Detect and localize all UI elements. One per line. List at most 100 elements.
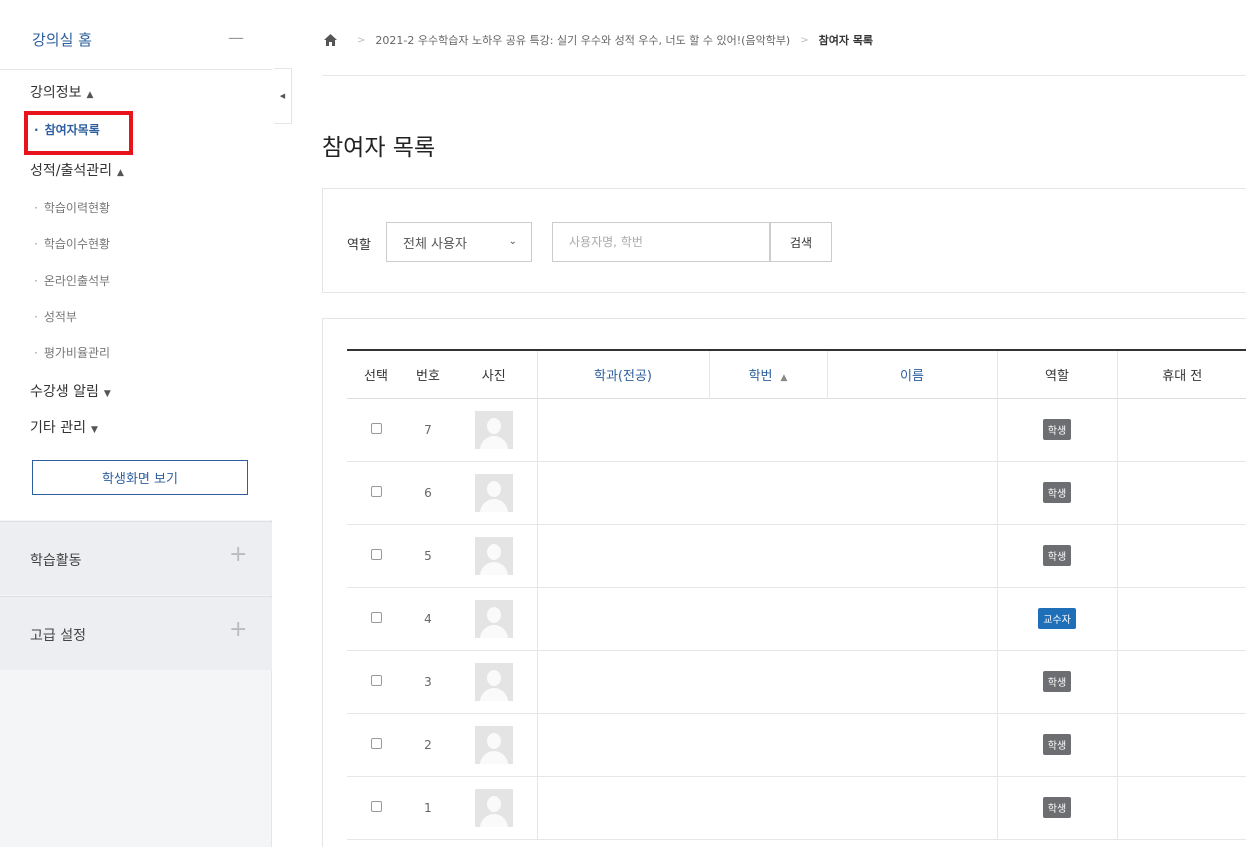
role-badge-professor: 교수자 <box>1038 608 1076 629</box>
bullet-icon: · <box>34 201 38 215</box>
row-checkbox[interactable] <box>370 800 382 812</box>
row-number: 7 <box>424 422 432 437</box>
row-student-id <box>709 524 827 587</box>
sidebar-home-row[interactable]: 강의실 홈 — <box>0 0 272 70</box>
search-input[interactable] <box>552 222 770 262</box>
row-name <box>827 587 997 650</box>
header-phone: 휴대 전 <box>1116 350 1246 398</box>
student-view-button[interactable]: 학생화면 보기 <box>32 460 248 495</box>
table-row: 7 학생 <box>347 398 1246 461</box>
home-icon[interactable] <box>324 34 337 46</box>
row-phone <box>1116 713 1246 776</box>
sidebar-section-activities[interactable]: 학습활동 + <box>0 521 272 595</box>
header-student-id[interactable]: 학번 ▲ <box>708 350 827 398</box>
highlight-box <box>24 111 133 155</box>
sidebar-item-gradebook[interactable]: · 성적부 <box>34 308 77 325</box>
row-name <box>827 713 997 776</box>
expand-plus-icon[interactable]: + <box>229 617 247 642</box>
row-phone <box>1116 398 1246 461</box>
bullet-icon: · <box>34 274 38 288</box>
row-department <box>536 650 709 713</box>
header-role: 역할 <box>996 350 1117 398</box>
row-department <box>536 713 709 776</box>
sidebar-home-link[interactable]: 강의실 홈 <box>32 29 92 50</box>
header-name[interactable]: 이름 <box>826 350 997 398</box>
row-checkbox[interactable] <box>370 737 382 749</box>
table-header-row: 선택 번호 사진 학과(전공) 학번 ▲ 이름 역할 휴대 전 <box>347 350 1246 398</box>
role-badge: 학생 <box>1042 419 1072 440</box>
row-phone <box>1116 650 1246 713</box>
sidebar-section-advanced[interactable]: 고급 설정 + <box>0 596 272 670</box>
sidebar-group-course-info[interactable]: 강의정보 ▲ <box>30 82 93 102</box>
header-select: 선택 <box>364 368 388 384</box>
breadcrumb: > 2021-2 우수학습자 노하우 공유 특강: 실기 우수와 성적 우수, … <box>324 32 873 48</box>
sidebar-group-student-notice[interactable]: 수강생 알림 ▼ <box>30 381 111 401</box>
row-number: 6 <box>424 485 432 500</box>
row-checkbox[interactable] <box>370 548 382 560</box>
row-checkbox[interactable] <box>370 485 382 497</box>
sidebar-group-grades[interactable]: 성적/출석관리 ▲ <box>30 160 124 180</box>
section-label: 학습활동 <box>30 553 82 569</box>
header-label: 학번 <box>748 368 773 384</box>
sort-asc-icon: ▲ <box>780 372 788 383</box>
row-phone <box>1116 587 1246 650</box>
avatar-placeholder-icon <box>474 725 513 764</box>
sidebar-group-label: 수강생 알림 <box>30 384 99 400</box>
role-select[interactable]: 전체 사용자 ⌄ <box>386 222 532 262</box>
row-number: 3 <box>424 674 432 689</box>
header-photo: 사진 <box>481 368 506 384</box>
row-student-id <box>709 587 827 650</box>
sidebar-item-grade-weights[interactable]: · 평가비율관리 <box>34 344 110 361</box>
row-name <box>827 398 997 461</box>
row-checkbox[interactable] <box>370 674 382 686</box>
header-department[interactable]: 학과(전공) <box>536 350 709 398</box>
role-badge: 학생 <box>1042 482 1072 503</box>
sidebar: 강의실 홈 — 강의정보 ▲ · 참여자목록 성적/출석관리 ▲ · 학습이력현황 · 학… <box>0 0 272 847</box>
bullet-icon: · <box>34 237 38 251</box>
chevron-down-icon: ⌄ <box>508 236 517 247</box>
row-phone <box>1116 776 1246 839</box>
row-checkbox[interactable] <box>370 422 382 434</box>
table-row: 3 학생 <box>347 650 1246 713</box>
row-number: 4 <box>424 611 432 626</box>
sidebar-item-label: 학습이수현황 <box>43 237 111 251</box>
row-number: 2 <box>424 737 432 752</box>
role-badge: 학생 <box>1042 734 1072 755</box>
row-student-id <box>709 461 827 524</box>
row-department <box>536 398 709 461</box>
header-number: 번호 <box>416 368 440 384</box>
sidebar-item-completion[interactable]: · 학습이수현황 <box>34 235 110 252</box>
caret-down-icon: ▼ <box>90 425 98 435</box>
sidebar-group-misc[interactable]: 기타 관리 ▼ <box>30 417 98 437</box>
row-phone <box>1116 461 1246 524</box>
caret-up-icon: ▲ <box>117 168 124 178</box>
breadcrumb-current: 참여자 목록 <box>818 34 874 47</box>
row-number: 1 <box>424 800 432 815</box>
row-phone <box>1116 524 1246 587</box>
caret-down-icon: ▼ <box>103 389 111 399</box>
row-name <box>827 650 997 713</box>
search-button[interactable]: 검색 <box>770 222 832 262</box>
table-row: 4 교수자 <box>347 587 1246 650</box>
row-name <box>827 776 997 839</box>
row-checkbox[interactable] <box>370 611 382 623</box>
role-badge: 학생 <box>1042 671 1072 692</box>
table-row: 5 학생 <box>347 524 1246 587</box>
sidebar-group-label: 기타 관리 <box>30 420 86 436</box>
row-name <box>827 524 997 587</box>
role-badge: 학생 <box>1042 797 1072 818</box>
row-student-id <box>709 650 827 713</box>
row-name <box>827 461 997 524</box>
row-department <box>536 776 709 839</box>
sidebar-item-online-attendance[interactable]: · 온라인출석부 <box>34 272 110 289</box>
row-student-id <box>709 776 827 839</box>
avatar-placeholder-icon <box>474 599 513 638</box>
avatar-placeholder-icon <box>474 662 513 701</box>
avatar-placeholder-icon <box>474 536 513 575</box>
breadcrumb-course-link[interactable]: 2021-2 우수학습자 노하우 공유 특강: 실기 우수와 성적 우수, 너도… <box>375 32 790 48</box>
expand-plus-icon[interactable]: + <box>229 542 247 567</box>
collapse-minus-icon[interactable]: — <box>228 28 244 47</box>
participants-panel: 선택 번호 사진 학과(전공) 학번 ▲ 이름 역할 휴대 전 7 학생 6 학… <box>322 318 1246 847</box>
sidebar-item-learning-history[interactable]: · 학습이력현황 <box>34 199 110 216</box>
page-title: 참여자 목록 <box>322 135 436 161</box>
